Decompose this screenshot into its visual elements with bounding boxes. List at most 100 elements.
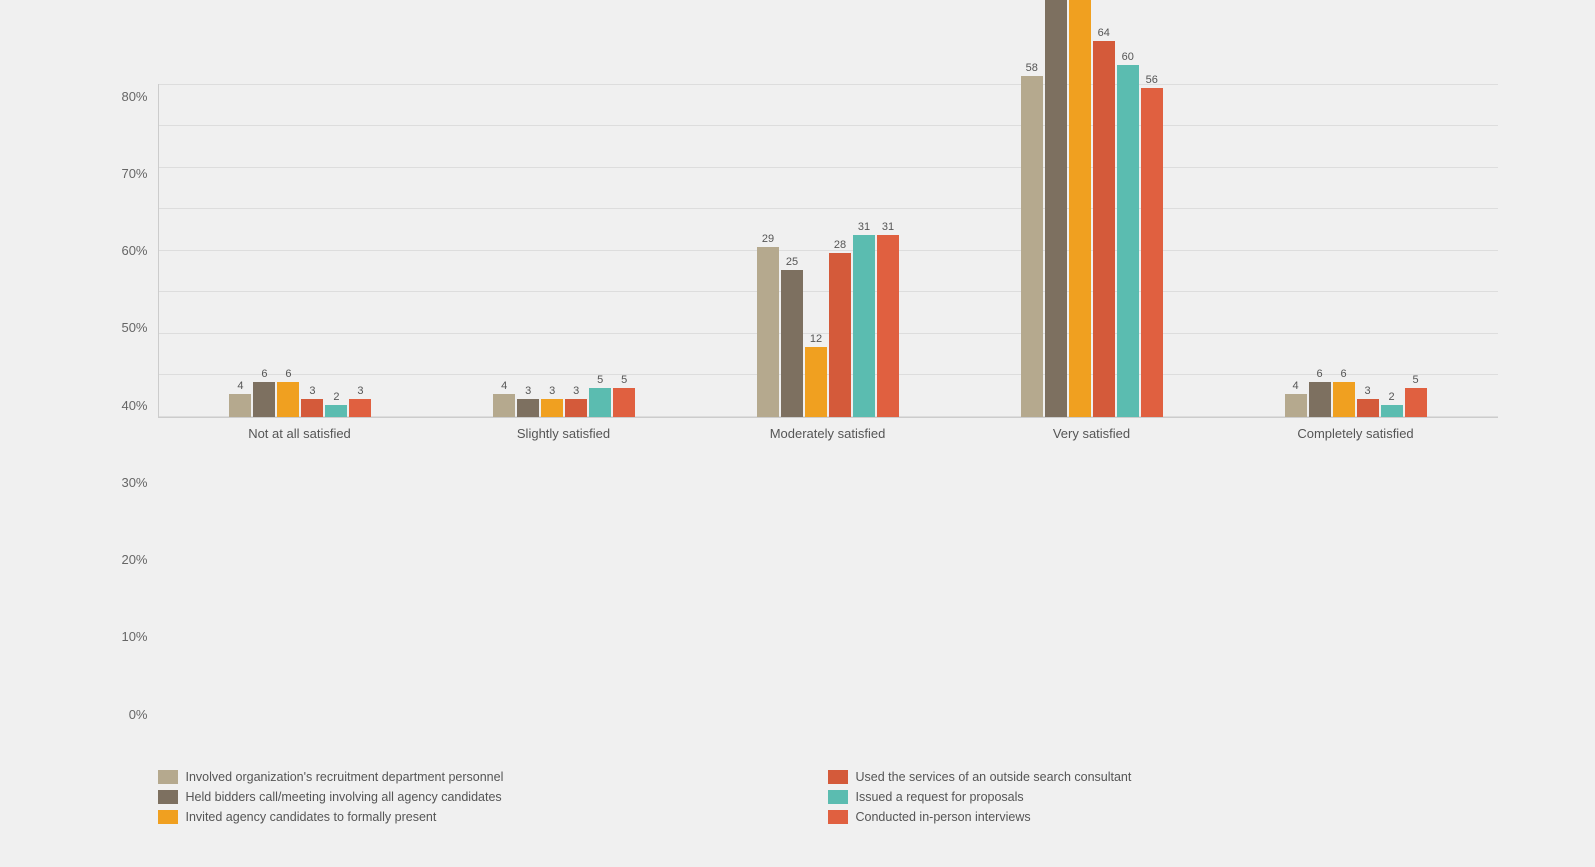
x-axis-label: Moderately satisfied	[696, 418, 960, 752]
bar	[1117, 65, 1139, 418]
y-axis-label: 40%	[121, 398, 147, 413]
bar-wrap: 6	[253, 368, 275, 417]
bar	[1381, 405, 1403, 417]
bar-value-label: 4	[1293, 380, 1299, 392]
bar-wrap: 3	[301, 385, 323, 417]
bar-value-label: 5	[621, 374, 627, 386]
bar-wrap: 3	[565, 385, 587, 417]
bar-value-label: 6	[1317, 368, 1323, 380]
bar	[1309, 382, 1331, 417]
bar-wrap: 28	[829, 239, 851, 418]
bar	[1069, 0, 1091, 417]
y-axis-label: 80%	[121, 89, 147, 104]
bar-wrap: 4	[229, 380, 251, 418]
bar-value-label: 3	[549, 385, 555, 397]
bar-value-label: 2	[1389, 391, 1395, 403]
y-axis-label: 50%	[121, 320, 147, 335]
bar-value-label: 25	[786, 256, 798, 268]
bar-wrap: 2	[325, 391, 347, 417]
legend-color-swatch	[158, 770, 178, 784]
bar-value-label: 28	[834, 239, 846, 251]
bar-wrap: 3	[349, 385, 371, 417]
bar-wrap: 31	[853, 221, 875, 417]
bar	[877, 235, 899, 417]
bar	[229, 394, 251, 418]
bar-wrap: 12	[805, 333, 827, 418]
bar	[829, 253, 851, 418]
bar	[1405, 388, 1427, 417]
chart-area: 80%70%60%50%40%30%20%10%0% 4663234333552…	[98, 84, 1498, 752]
legend-label: Issued a request for proposals	[856, 790, 1024, 804]
bar	[541, 399, 563, 417]
y-axis-label: 60%	[121, 243, 147, 258]
bar-group: 587576646056	[960, 0, 1224, 417]
legend-item: Issued a request for proposals	[828, 790, 1498, 804]
y-axis-label: 20%	[121, 552, 147, 567]
bar	[1093, 41, 1115, 417]
y-axis-label: 70%	[121, 166, 147, 181]
x-axis-label: Slightly satisfied	[432, 418, 696, 752]
bar	[1333, 382, 1355, 417]
chart-body: 4663234333552925122831315875766460564663…	[158, 84, 1498, 752]
bar	[613, 388, 635, 417]
legend-color-swatch	[158, 810, 178, 824]
bar	[1357, 399, 1379, 417]
bar	[301, 399, 323, 417]
legend: Involved organization's recruitment depa…	[98, 770, 1498, 824]
bar-value-label: 5	[1413, 374, 1419, 386]
bar-wrap: 75	[1045, 0, 1067, 417]
bar-value-label: 3	[309, 385, 315, 397]
bar	[1285, 394, 1307, 418]
bar-value-label: 12	[810, 333, 822, 345]
legend-item: Used the services of an outside search c…	[828, 770, 1498, 784]
bar-group: 466325	[1224, 368, 1488, 417]
legend-label: Invited agency candidates to formally pr…	[186, 810, 437, 824]
bar-wrap: 4	[493, 380, 515, 418]
bar	[565, 399, 587, 417]
bar	[325, 405, 347, 417]
bar-value-label: 31	[882, 221, 894, 233]
bar-value-label: 4	[237, 380, 243, 392]
bar	[757, 247, 779, 417]
bar-wrap: 5	[1405, 374, 1427, 417]
bar-value-label: 3	[357, 385, 363, 397]
bar	[349, 399, 371, 417]
bar-value-label: 31	[858, 221, 870, 233]
bar	[277, 382, 299, 417]
legend-item: Conducted in-person interviews	[828, 810, 1498, 824]
legend-label: Involved organization's recruitment depa…	[186, 770, 504, 784]
bar	[517, 399, 539, 417]
bar-wrap: 64	[1093, 27, 1115, 417]
bar	[253, 382, 275, 417]
legend-color-swatch	[158, 790, 178, 804]
bar-wrap: 25	[781, 256, 803, 417]
bar-value-label: 60	[1122, 51, 1134, 63]
bar	[1045, 0, 1067, 417]
bar-wrap: 4	[1285, 380, 1307, 418]
bar-value-label: 6	[285, 368, 291, 380]
bars-area: 4663234333552925122831315875766460564663…	[158, 84, 1498, 419]
y-axis-label: 30%	[121, 475, 147, 490]
bar-wrap: 29	[757, 233, 779, 417]
bar-wrap: 6	[1333, 368, 1355, 417]
bar-value-label: 3	[525, 385, 531, 397]
bar-value-label: 64	[1098, 27, 1110, 39]
bar-group: 433355	[432, 374, 696, 417]
legend-label: Held bidders call/meeting involving all …	[186, 790, 502, 804]
legend-item: Invited agency candidates to formally pr…	[158, 810, 828, 824]
bar	[781, 270, 803, 417]
legend-color-swatch	[828, 770, 848, 784]
chart-container: 80%70%60%50%40%30%20%10%0% 4663234333552…	[58, 24, 1538, 844]
bar-wrap: 3	[517, 385, 539, 417]
bar	[493, 394, 515, 418]
bar-wrap: 3	[1357, 385, 1379, 417]
bar-value-label: 4	[501, 380, 507, 392]
bar-value-label: 6	[1341, 368, 1347, 380]
bar-value-label: 58	[1026, 62, 1038, 74]
y-axis: 80%70%60%50%40%30%20%10%0%	[98, 84, 158, 752]
bar-value-label: 5	[597, 374, 603, 386]
bar-wrap: 31	[877, 221, 899, 417]
legend-item: Held bidders call/meeting involving all …	[158, 790, 828, 804]
x-axis-label: Very satisfied	[960, 418, 1224, 752]
legend-label: Used the services of an outside search c…	[856, 770, 1132, 784]
